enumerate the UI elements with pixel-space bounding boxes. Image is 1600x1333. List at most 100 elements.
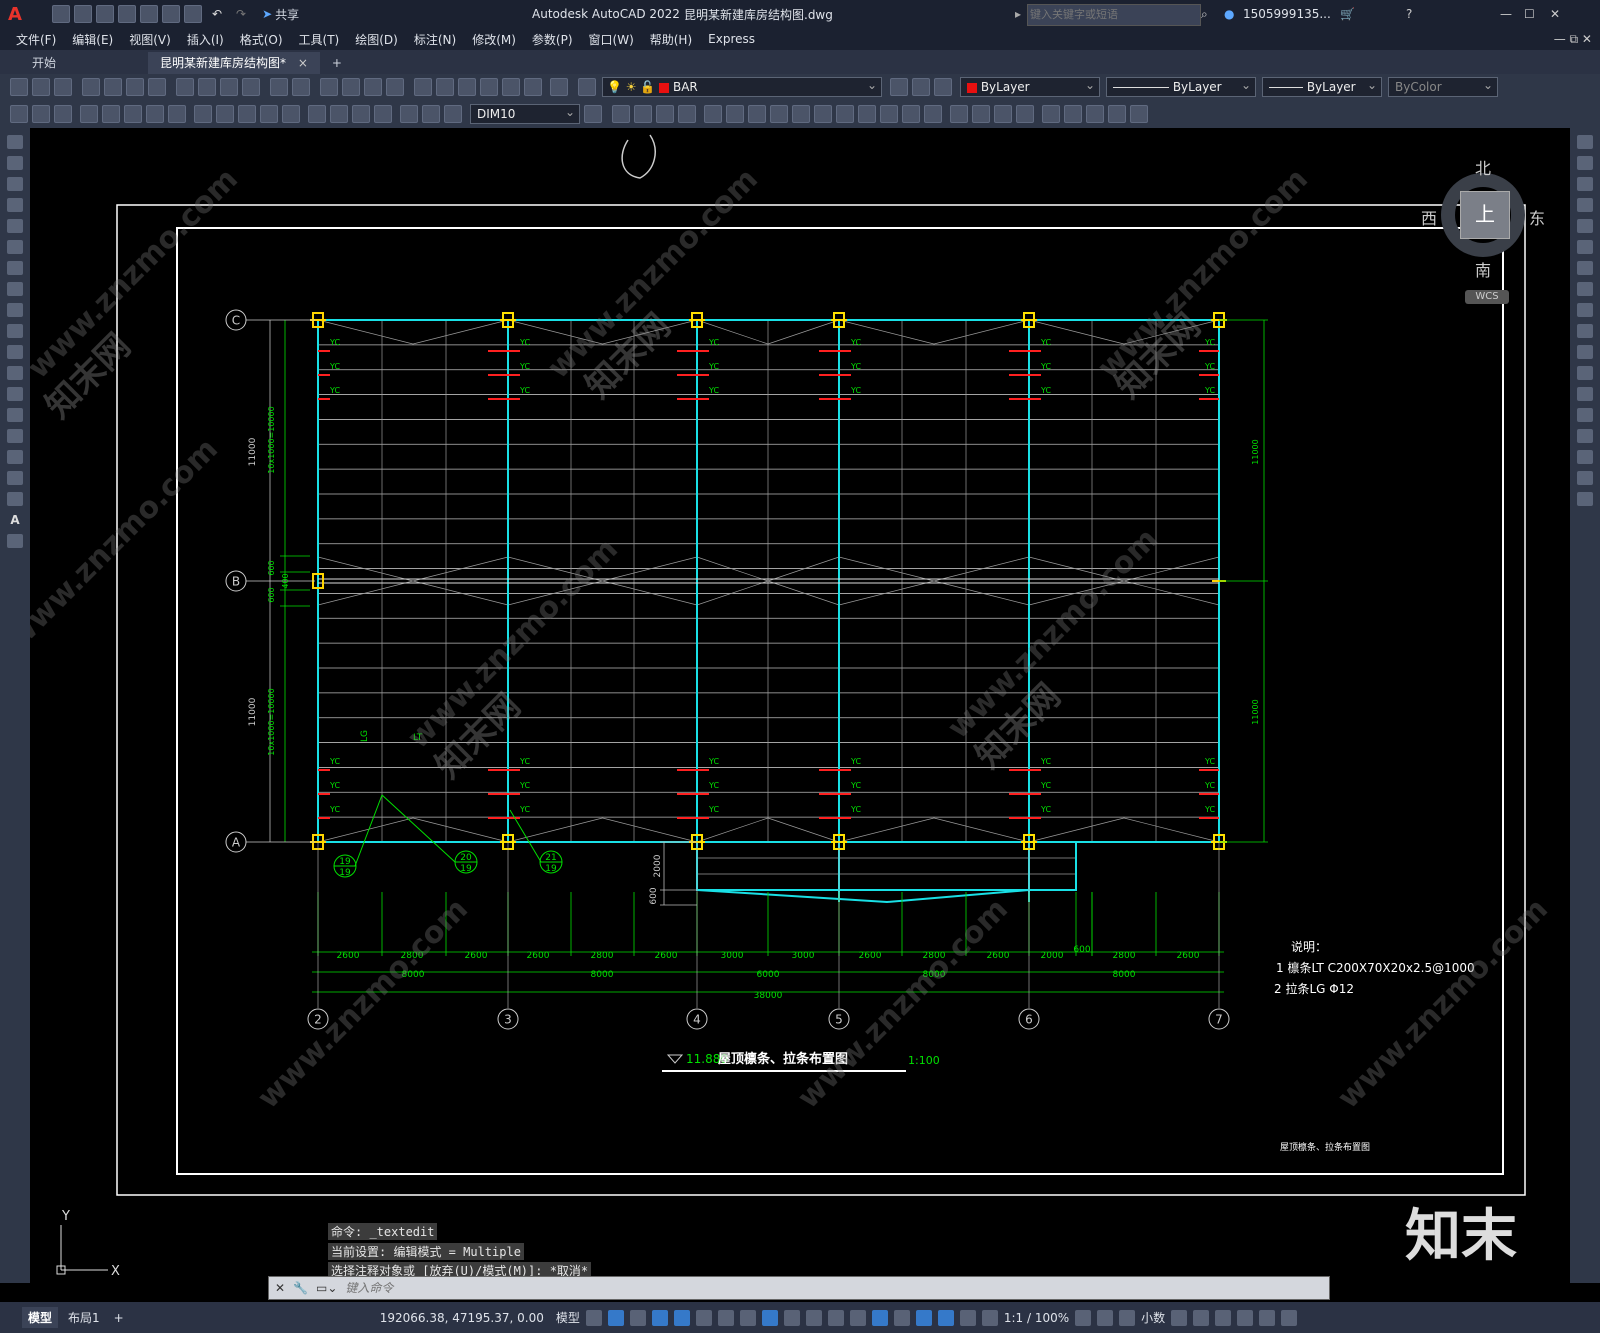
make-block-icon[interactable] xyxy=(1064,105,1082,123)
selection-cycling-icon[interactable] xyxy=(827,1309,844,1326)
dim-continue-icon[interactable] xyxy=(238,105,256,123)
array-icon[interactable] xyxy=(704,105,722,123)
publish-icon[interactable] xyxy=(126,78,144,96)
quick-access-open-icon[interactable] xyxy=(73,5,92,23)
gizmo-icon[interactable] xyxy=(915,1309,932,1326)
copy-icon[interactable] xyxy=(198,78,216,96)
dim-radius-icon[interactable] xyxy=(102,105,120,123)
compass-south[interactable]: 南 xyxy=(1475,257,1491,281)
menu-dimension[interactable]: 标注(N) xyxy=(414,31,456,48)
new-tab-button[interactable]: + xyxy=(320,52,354,74)
markup-icon[interactable] xyxy=(502,78,520,96)
inspection-icon[interactable] xyxy=(352,105,370,123)
break-side-icon[interactable] xyxy=(1577,387,1593,401)
menu-tools[interactable]: 工具(T) xyxy=(299,31,340,48)
explode-icon[interactable] xyxy=(950,105,968,123)
menu-format[interactable]: 格式(O) xyxy=(240,31,283,48)
search-input[interactable] xyxy=(1027,4,1201,26)
object-snap-tracking-icon[interactable] xyxy=(739,1309,756,1326)
erase-side-icon[interactable] xyxy=(1577,135,1593,149)
linetype-dropdown[interactable]: ByLayer xyxy=(1106,76,1256,97)
dim-text-edit-icon[interactable] xyxy=(422,105,440,123)
layer-properties-icon[interactable] xyxy=(578,78,596,96)
rotate-icon[interactable] xyxy=(748,105,766,123)
mirror-icon[interactable] xyxy=(656,105,674,123)
move-side-icon[interactable] xyxy=(1577,240,1593,254)
construction-line-icon[interactable] xyxy=(7,156,23,170)
zoom-realtime-icon[interactable] xyxy=(342,78,360,96)
customization-icon[interactable] xyxy=(1281,1309,1298,1326)
block-editor-icon[interactable] xyxy=(1108,105,1126,123)
extend-side-icon[interactable] xyxy=(1577,345,1593,359)
polar-icon[interactable] xyxy=(695,1309,712,1326)
draworder-icon[interactable] xyxy=(972,105,990,123)
redo-icon[interactable]: ↷ xyxy=(236,7,246,21)
dim-linear-icon[interactable] xyxy=(10,105,28,123)
annotation-visibility-icon[interactable] xyxy=(937,1309,954,1326)
menu-insert[interactable]: 插入(I) xyxy=(187,31,224,48)
match-properties-icon[interactable] xyxy=(242,78,260,96)
center-mark-icon[interactable] xyxy=(330,105,348,123)
compass-west[interactable]: 西 xyxy=(1421,205,1437,229)
quick-access-web-icon[interactable] xyxy=(139,5,158,23)
offset-side-icon[interactable] xyxy=(1577,198,1593,212)
point-icon[interactable] xyxy=(7,408,23,422)
tolerance-icon[interactable] xyxy=(308,105,326,123)
join-icon[interactable] xyxy=(880,105,898,123)
tab-document[interactable]: 昆明某新建库房结构图* × xyxy=(148,52,320,74)
annotation-scale[interactable]: 1:1 / 100% xyxy=(1004,1311,1069,1325)
move-icon[interactable] xyxy=(726,105,744,123)
properties-icon[interactable] xyxy=(414,78,432,96)
snap-icon[interactable] xyxy=(607,1309,624,1326)
search-arrow-icon[interactable]: ▸ xyxy=(1015,7,1021,21)
new-icon[interactable] xyxy=(10,78,28,96)
command-recent-icon[interactable]: ▭⌄ xyxy=(316,1281,337,1295)
transparency-icon[interactable] xyxy=(805,1309,822,1326)
dim-baseline-icon[interactable] xyxy=(216,105,234,123)
trim-side-icon[interactable] xyxy=(1577,324,1593,338)
join-side-icon[interactable] xyxy=(1577,408,1593,422)
web-icon[interactable] xyxy=(148,78,166,96)
chamfer-side-icon[interactable] xyxy=(1577,429,1593,443)
zoom-previous-icon[interactable] xyxy=(386,78,404,96)
ortho-icon[interactable] xyxy=(673,1309,690,1326)
gradient-icon[interactable] xyxy=(7,450,23,464)
isometric-icon[interactable] xyxy=(717,1309,734,1326)
hardware-accel-icon[interactable] xyxy=(1237,1309,1254,1326)
dynamic-input-icon[interactable] xyxy=(651,1309,668,1326)
menu-edit[interactable]: 编辑(E) xyxy=(72,31,113,48)
dim-aligned-icon[interactable] xyxy=(32,105,50,123)
ungroup-icon[interactable] xyxy=(1016,105,1034,123)
dim-style-manager-icon[interactable] xyxy=(584,105,602,123)
rotate-side-icon[interactable] xyxy=(1577,261,1593,275)
quick-access-new-icon[interactable] xyxy=(51,5,70,23)
group-icon[interactable] xyxy=(994,105,1012,123)
offset-icon[interactable] xyxy=(678,105,696,123)
lineweight-dropdown[interactable]: ByLayer xyxy=(1262,76,1382,97)
scale-side-icon[interactable] xyxy=(1577,282,1593,296)
pan-icon[interactable] xyxy=(320,78,338,96)
dim-break-icon[interactable] xyxy=(282,105,300,123)
command-customize-icon[interactable]: 🔧 xyxy=(293,1281,308,1295)
spline-icon[interactable] xyxy=(7,303,23,317)
auto-scale-icon[interactable] xyxy=(959,1309,976,1326)
units-value[interactable]: 小数 xyxy=(1141,1309,1165,1326)
make-current-icon[interactable] xyxy=(890,78,908,96)
insert-block-side-icon[interactable] xyxy=(7,366,23,380)
extend-icon[interactable] xyxy=(836,105,854,123)
dim-edit-icon[interactable] xyxy=(400,105,418,123)
compass-east[interactable]: 东 xyxy=(1529,205,1545,229)
cart-icon[interactable]: 🛒 xyxy=(1340,7,1355,21)
undo-toolbar-icon[interactable] xyxy=(270,78,288,96)
quick-access-saveas-icon[interactable] xyxy=(117,5,136,23)
undo-icon[interactable]: ↶ xyxy=(212,7,222,21)
dim-arc-icon[interactable] xyxy=(54,105,72,123)
coordinates[interactable]: 192066.38, 47195.37, 0.00 xyxy=(380,1311,544,1325)
layer-previous-icon[interactable] xyxy=(912,78,930,96)
sheet-set-icon[interactable] xyxy=(480,78,498,96)
xref-icon[interactable] xyxy=(1130,105,1148,123)
close-icon[interactable]: ✕ xyxy=(1550,7,1560,21)
break-icon[interactable] xyxy=(858,105,876,123)
calculator-icon[interactable] xyxy=(524,78,542,96)
menu-modify[interactable]: 修改(M) xyxy=(472,31,516,48)
